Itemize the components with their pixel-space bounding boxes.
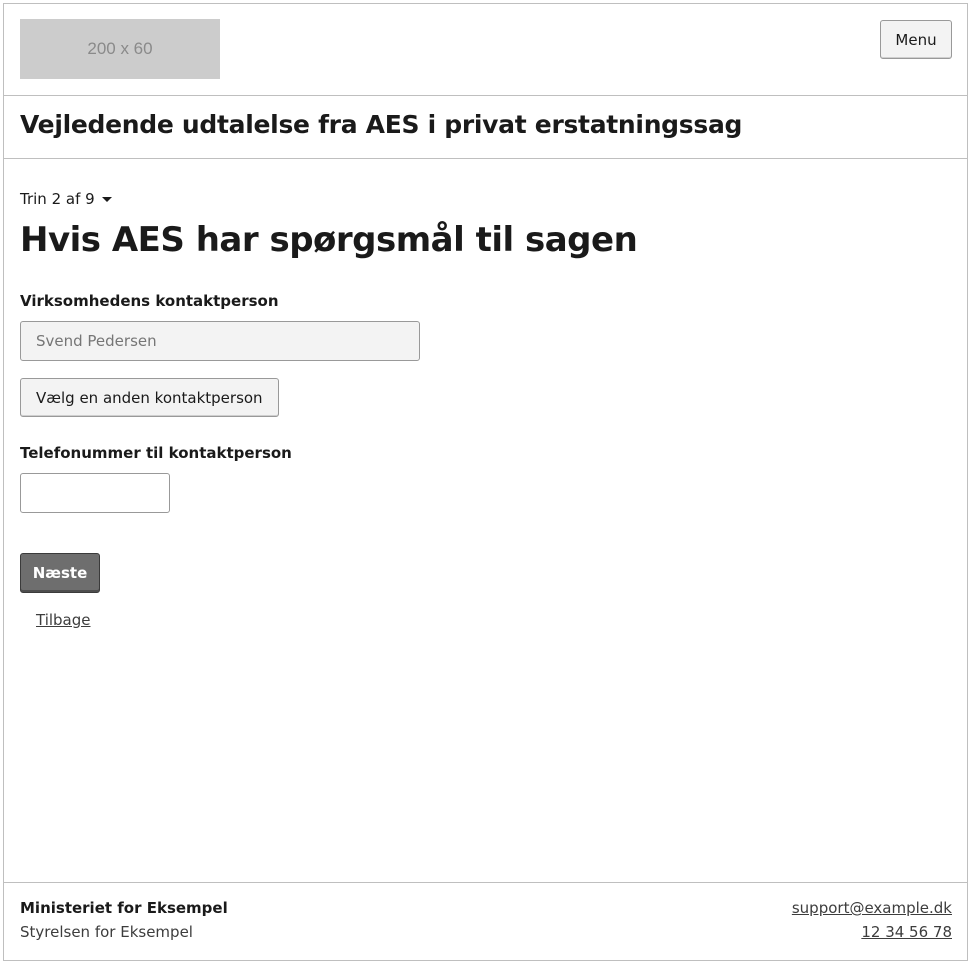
logo-text: 200 x 60 bbox=[87, 39, 153, 58]
change-contact-button[interactable]: Vælg en anden kontaktperson bbox=[20, 378, 279, 417]
site-footer: Ministeriet for Eksempel Styrelsen for E… bbox=[4, 882, 967, 962]
logo-placeholder: 200 x 60 bbox=[20, 19, 220, 79]
app-title-bar: Vejledende udtalelse fra AES i privat er… bbox=[4, 96, 967, 159]
support-phone-link[interactable]: 12 34 56 78 bbox=[861, 923, 952, 941]
step-indicator[interactable]: Trin 2 af 9 bbox=[20, 190, 112, 208]
site-header: 200 x 60 Menu bbox=[4, 4, 967, 96]
menu-button[interactable]: Menu bbox=[880, 20, 952, 59]
next-button[interactable]: Næste bbox=[20, 553, 100, 593]
page-heading: Hvis AES har spørgsmål til sagen bbox=[20, 220, 638, 260]
ministry-name: Ministeriet for Eksempel bbox=[20, 899, 228, 917]
page-frame: 200 x 60 Menu Vejledende udtalelse fra A… bbox=[3, 3, 968, 961]
caret-down-icon bbox=[101, 196, 112, 202]
agency-name: Styrelsen for Eksempel bbox=[20, 923, 193, 941]
phone-label: Telefonummer til kontaktperson bbox=[20, 444, 292, 462]
contact-person-label: Virksomhedens kontaktperson bbox=[20, 292, 279, 310]
phone-input[interactable] bbox=[20, 473, 170, 513]
back-link[interactable]: Tilbage bbox=[36, 611, 91, 629]
step-indicator-text: Trin 2 af 9 bbox=[20, 190, 95, 208]
app-title: Vejledende udtalelse fra AES i privat er… bbox=[20, 110, 743, 139]
contact-person-field[interactable] bbox=[20, 321, 420, 361]
support-email-link[interactable]: support@example.dk bbox=[792, 899, 952, 917]
